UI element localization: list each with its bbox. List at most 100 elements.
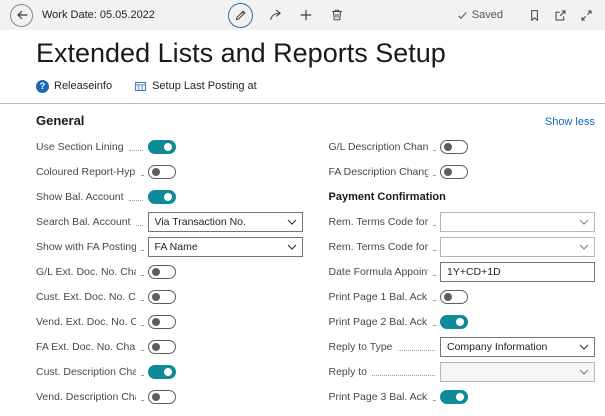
toggle-off[interactable]: [147, 339, 176, 354]
dotted-leader: [140, 375, 143, 376]
group-subheading: Payment Confirmation: [328, 190, 446, 203]
toggle-on[interactable]: [147, 139, 176, 154]
command-bar: Work Date: 05.05.2022 Saved: [0, 0, 605, 30]
toggle-off[interactable]: [147, 164, 176, 179]
field-row: Show with FA Postings FA Name: [36, 234, 303, 259]
select-field[interactable]: Via Transaction No.: [147, 211, 303, 232]
text-input[interactable]: [440, 261, 595, 282]
field-label: Cust. Description Cha...: [36, 365, 136, 378]
edit-button[interactable]: [228, 2, 254, 28]
field-control: [147, 139, 303, 154]
table-icon: [135, 81, 146, 91]
expand-button[interactable]: [578, 7, 595, 24]
dotted-leader: [372, 375, 435, 376]
field-row: Rem. Terms Code for ...: [328, 209, 595, 234]
field-row: Coloured Report-Hyp...: [36, 159, 303, 184]
show-less-link[interactable]: Show less: [545, 116, 595, 128]
field-control: [440, 261, 595, 282]
dotted-leader: [433, 175, 435, 176]
action-releaseinfo[interactable]: Releaseinfo: [36, 79, 112, 93]
field-row: Reply to: [329, 359, 595, 384]
select-field[interactable]: [440, 211, 595, 232]
chevron-down-icon: [579, 369, 589, 375]
field-row: FA Ext. Doc. No. Chan...: [36, 334, 303, 359]
dotted-leader: [433, 225, 435, 226]
share-icon: [270, 9, 282, 20]
field-label: Rem. Terms Code for ...: [328, 215, 429, 228]
open-in-window-button[interactable]: [552, 7, 569, 24]
field-row: Show Bal. Account: [36, 184, 303, 209]
field-control: [147, 164, 303, 179]
action-setup-last-posting-at[interactable]: Setup Last Posting at: [134, 80, 257, 93]
open-in-window-icon: [555, 10, 566, 20]
toggle-knob: [444, 292, 452, 301]
action-bar: Releaseinfo Setup Last Posting at: [36, 75, 595, 97]
field-control: [147, 389, 303, 404]
field-label: Vend. Ext. Doc. No. Ch...: [36, 315, 136, 328]
select-field[interactable]: FA Name: [147, 236, 303, 257]
field-row: Payment Confirmation: [329, 184, 596, 209]
toggle-off[interactable]: [440, 139, 468, 154]
field-control: [147, 339, 303, 354]
field-control: FA Name: [147, 236, 303, 257]
toggle-off[interactable]: [147, 264, 176, 279]
dotted-leader: [128, 150, 143, 151]
toggle-knob: [444, 142, 452, 151]
field-control: Via Transaction No.: [147, 211, 303, 232]
toggle-off[interactable]: [147, 389, 176, 404]
toggle-on[interactable]: [147, 189, 176, 204]
toggle-knob: [151, 342, 160, 351]
field-row: Print Page 1 Bal. Ack. ...: [329, 284, 596, 309]
plus-icon: [300, 9, 312, 21]
field-label: G/L Ext. Doc. No. Cha...: [36, 265, 136, 278]
field-control: [440, 289, 595, 304]
chevron-down-icon: [579, 344, 589, 350]
command-right: Saved: [457, 7, 595, 24]
field-row: Search Bal. Account Via Transaction No.: [36, 209, 303, 234]
field-control: [147, 314, 303, 329]
save-status-label: Saved: [471, 9, 503, 21]
dotted-leader: [140, 300, 143, 301]
bookmark-button[interactable]: [526, 7, 543, 24]
command-actions: [228, 2, 346, 28]
toggle-knob: [151, 317, 160, 326]
field-control: [147, 289, 303, 304]
chevron-down-icon: [579, 244, 589, 250]
back-button[interactable]: [10, 3, 33, 27]
toggle-off[interactable]: [147, 314, 176, 329]
select-field[interactable]: [440, 236, 595, 257]
field-label: Show Bal. Account: [36, 190, 124, 203]
field-label: Search Bal. Account: [36, 215, 131, 228]
toggle-off[interactable]: [440, 164, 468, 179]
toggle-on[interactable]: [440, 389, 468, 404]
field-label: Coloured Report-Hyp...: [36, 165, 136, 178]
field-row: Reply to Type Company Information: [329, 334, 595, 359]
field-row: Date Formula Appoint...: [329, 259, 595, 284]
toggle-on[interactable]: [147, 364, 176, 379]
field-control: [440, 389, 595, 404]
toggle-off[interactable]: [440, 289, 468, 304]
toggle-knob: [163, 142, 172, 151]
field-label: Use Section Lining: [36, 140, 124, 153]
field-row: Cust. Description Cha...: [36, 359, 303, 384]
field-label: Rem. Terms Code for ...: [328, 240, 429, 253]
dotted-leader: [433, 150, 435, 151]
select-value: Via Transaction No.: [154, 215, 246, 228]
toggle-off[interactable]: [147, 289, 176, 304]
field-label: Print Page 1 Bal. Ack. ...: [328, 290, 429, 303]
field-row: FA Description Chang...: [329, 159, 596, 184]
share-button[interactable]: [266, 6, 284, 24]
field-row: Rem. Terms Code for ...: [328, 234, 595, 259]
toggle-on[interactable]: [440, 314, 468, 329]
toggle-knob: [163, 367, 172, 376]
field-control: [147, 264, 303, 279]
new-button[interactable]: [297, 6, 315, 24]
field-label: Show with FA Postings: [36, 240, 136, 253]
select-field[interactable]: Company Information: [440, 336, 595, 357]
select-field[interactable]: [440, 361, 595, 382]
field-label: Vend. Description Cha...: [36, 390, 136, 403]
general-section-header: General Show less: [0, 104, 605, 130]
bookmark-icon: [531, 9, 538, 21]
field-row: Use Section Lining: [36, 134, 303, 159]
delete-button[interactable]: [328, 6, 346, 24]
